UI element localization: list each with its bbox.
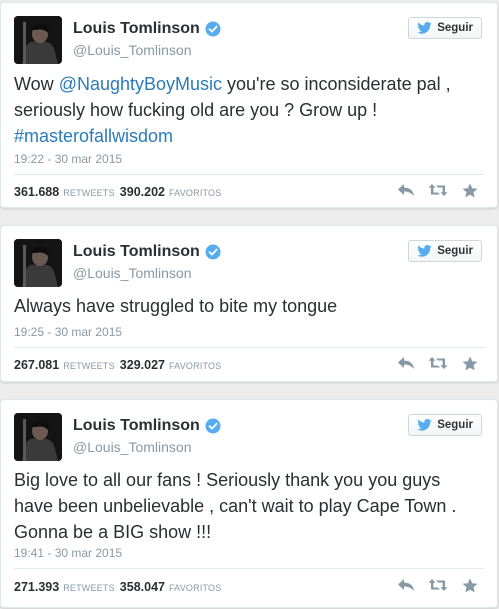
hashtag-link[interactable]: #masterofallwisdom — [14, 126, 173, 146]
verified-badge-icon — [205, 418, 221, 434]
reply-icon[interactable] — [396, 576, 416, 594]
tweet-card[interactable]: Louis Tomlinson @Louis_Tomlinson Seguir … — [0, 2, 498, 208]
verified-badge-icon — [205, 244, 221, 260]
follow-label: Seguir — [437, 22, 473, 34]
retweets-label: RETWEETS — [63, 583, 115, 593]
tweet-card[interactable]: Louis Tomlinson @Louis_Tomlinson Seguir … — [0, 399, 498, 608]
tweet-timestamp[interactable]: 19:41 - 30 mar 2015 — [14, 546, 122, 560]
mention-link[interactable]: @NaughtyBoyMusic — [59, 74, 222, 94]
tweet-text-part: Wow — [14, 74, 59, 94]
favorites-label: FAVORITOS — [168, 188, 222, 198]
tweet-timestamp[interactable]: 19:22 - 30 mar 2015 — [14, 152, 122, 166]
avatar[interactable] — [14, 16, 62, 64]
tweet-stats: 267.081 RETWEETS 329.027 FAVORITOS — [14, 358, 221, 373]
retweet-icon[interactable] — [428, 354, 448, 372]
retweet-icon[interactable] — [428, 181, 448, 199]
author-handle[interactable]: @Louis_Tomlinson — [73, 264, 192, 282]
favorite-star-icon[interactable] — [460, 181, 480, 199]
favorites-label: FAVORITOS — [168, 583, 222, 593]
tweet-timestamp[interactable]: 19:25 - 30 mar 2015 — [14, 325, 122, 339]
twitter-bird-icon — [417, 245, 432, 257]
tweet-text: Always have struggled to bite my tongue — [14, 296, 338, 316]
verified-badge-icon — [205, 21, 221, 37]
retweet-count[interactable]: 267.081 — [14, 358, 59, 372]
author-handle[interactable]: @Louis_Tomlinson — [73, 438, 192, 456]
tweet-stats: 271.393 RETWEETS 358.047 FAVORITOS — [14, 580, 221, 595]
tweet-card[interactable]: Louis Tomlinson @Louis_Tomlinson Seguir … — [0, 225, 498, 382]
tweet-text: Big love to all our fans ! Seriously tha… — [14, 470, 457, 542]
follow-button[interactable]: Seguir — [408, 414, 482, 436]
tweet-actions — [384, 354, 480, 372]
favorite-count[interactable]: 390.202 — [120, 185, 165, 199]
author-name[interactable]: Louis Tomlinson — [73, 416, 200, 436]
divider — [14, 568, 484, 569]
favorite-count[interactable]: 358.047 — [120, 580, 165, 594]
retweet-count[interactable]: 271.393 — [14, 580, 59, 594]
twitter-bird-icon — [417, 419, 432, 431]
avatar[interactable] — [14, 239, 62, 287]
author-name[interactable]: Louis Tomlinson — [73, 242, 200, 262]
author-handle[interactable]: @Louis_Tomlinson — [73, 41, 192, 59]
twitter-bird-icon — [417, 22, 432, 34]
tweet-actions — [384, 576, 480, 594]
divider — [14, 174, 484, 175]
favorite-count[interactable]: 329.027 — [120, 358, 165, 372]
follow-label: Seguir — [437, 419, 473, 431]
retweet-count[interactable]: 361.688 — [14, 185, 59, 199]
reply-icon[interactable] — [396, 181, 416, 199]
favorite-star-icon[interactable] — [460, 576, 480, 594]
retweet-icon[interactable] — [428, 576, 448, 594]
author-name[interactable]: Louis Tomlinson — [73, 19, 200, 39]
tweet-text: Wow @NaughtyBoyMusic you're so inconside… — [14, 71, 483, 149]
divider — [14, 347, 484, 348]
follow-label: Seguir — [437, 245, 473, 257]
follow-button[interactable]: Seguir — [408, 240, 482, 262]
tweet-actions — [384, 181, 480, 199]
favorites-label: FAVORITOS — [168, 361, 222, 371]
tweet-stats: 361.688 RETWEETS 390.202 FAVORITOS — [14, 185, 221, 200]
retweets-label: RETWEETS — [63, 361, 115, 371]
avatar[interactable] — [14, 413, 62, 461]
reply-icon[interactable] — [396, 354, 416, 372]
favorite-star-icon[interactable] — [460, 354, 480, 372]
follow-button[interactable]: Seguir — [408, 17, 482, 39]
retweets-label: RETWEETS — [63, 188, 115, 198]
